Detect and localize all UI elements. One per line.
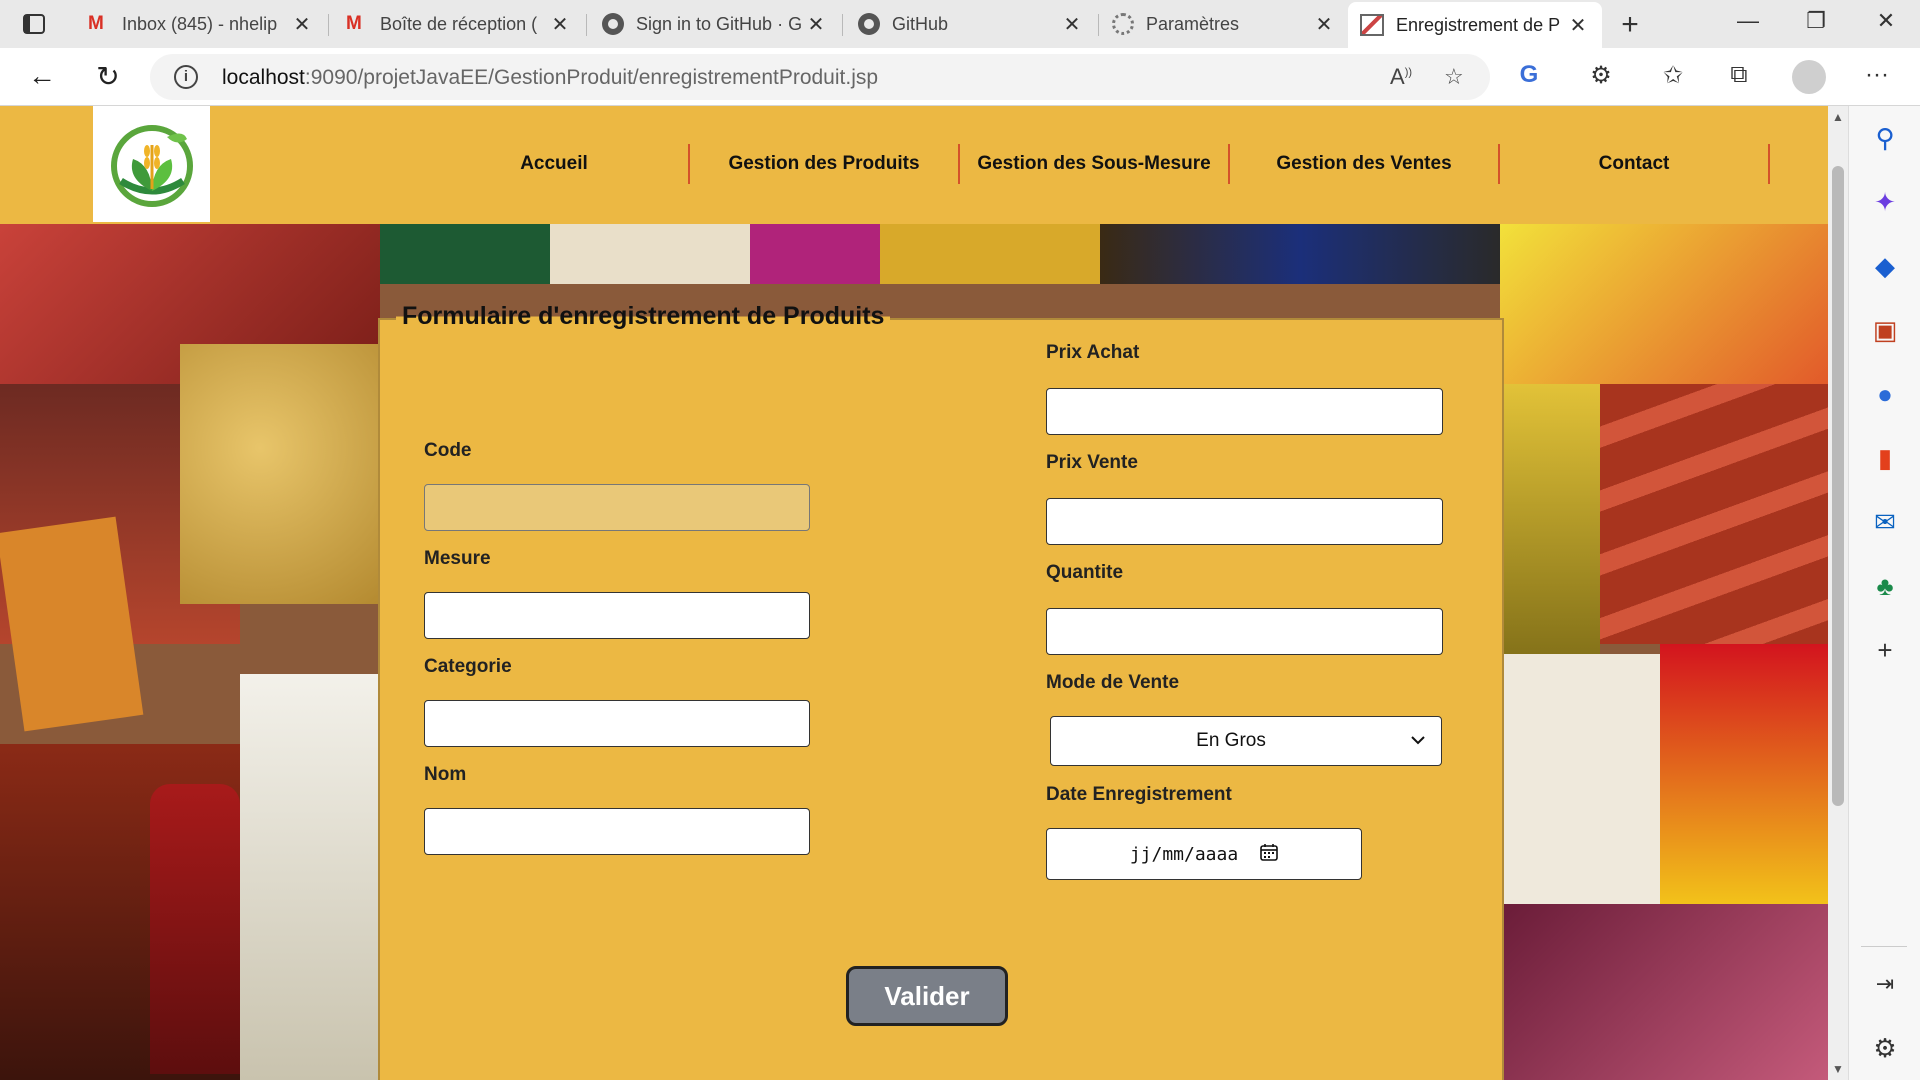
url-text[interactable]: localhost:9090/projetJavaEE/GestionProdu… <box>222 66 878 90</box>
nom-input[interactable] <box>424 808 810 855</box>
nav-gestion-produits[interactable]: Gestion des Produits <box>690 144 960 184</box>
calendar-icon[interactable] <box>1260 843 1278 866</box>
page-scrollbar[interactable]: ▲ ▼ <box>1828 106 1848 1080</box>
nav-gestion-sous-mesure[interactable]: Gestion des Sous-Mesure <box>960 144 1230 184</box>
restore-icon[interactable]: ❐ <box>1796 8 1836 34</box>
tab-title: Enregistrement de P <box>1396 14 1561 35</box>
github-icon <box>602 13 624 35</box>
more-menu-icon[interactable]: ··· <box>1860 61 1894 89</box>
nav-contact[interactable]: Contact <box>1500 144 1770 184</box>
tab-parametres[interactable]: Paramètres ✕ <box>1100 6 1348 42</box>
address-bar[interactable]: i localhost:9090/projetJavaEE/GestionPro… <box>150 54 1490 100</box>
mode-vente-select[interactable]: En Gros <box>1050 716 1442 766</box>
tab-title: Inbox (845) - nhelip <box>122 13 278 34</box>
quantite-input[interactable] <box>1046 608 1443 655</box>
translate-icon[interactable]: G <box>1512 61 1546 89</box>
office-icon[interactable]: ▮ <box>1867 440 1903 476</box>
scroll-thumb[interactable] <box>1832 166 1844 806</box>
tab-title: Sign in to GitHub · G <box>636 13 803 34</box>
new-tab-icon[interactable]: + <box>1614 8 1646 42</box>
scroll-up-icon[interactable]: ▲ <box>1830 110 1846 124</box>
shopping-tag-icon[interactable]: ◆ <box>1867 248 1903 284</box>
tab-inbox[interactable]: M Inbox (845) - nhelip ✕ <box>76 6 326 42</box>
form-legend: Formulaire d'enregistrement de Produits <box>396 302 891 331</box>
nav-accueil[interactable]: Accueil <box>420 144 690 184</box>
site-logo[interactable] <box>93 106 210 222</box>
browser-tab-bar: M Inbox (845) - nhelip ✕ M Boîte de réce… <box>0 0 1920 48</box>
date-enregistrement-input[interactable]: jj/mm/aaaa <box>1046 828 1362 880</box>
main-nav: Accueil Gestion des Produits Gestion des… <box>420 144 1770 184</box>
search-icon[interactable]: ⚲ <box>1867 120 1903 156</box>
sidebar-settings-icon[interactable]: ⚙ <box>1867 1030 1903 1066</box>
url-path: :9090/projetJavaEE/GestionProduit/enregi… <box>304 66 879 89</box>
date-placeholder: jj/mm/aaaa <box>1129 843 1239 865</box>
close-tab-icon[interactable]: ✕ <box>804 12 828 37</box>
refresh-icon[interactable]: ↻ <box>90 60 126 93</box>
tab-title: Paramètres <box>1146 13 1240 34</box>
gmail-icon: M <box>346 13 362 34</box>
tab-actions-icon[interactable] <box>20 12 48 36</box>
profile-avatar[interactable] <box>1792 60 1826 94</box>
mode-vente-label: Mode de Vente <box>1046 672 1180 693</box>
extensions-icon[interactable]: ⚙ <box>1584 61 1618 90</box>
mesure-label: Mesure <box>424 548 491 569</box>
categorie-input[interactable] <box>424 700 810 747</box>
outlook-icon[interactable]: ✉ <box>1867 504 1903 540</box>
github-icon <box>858 13 880 35</box>
mesure-input[interactable] <box>424 592 810 639</box>
close-tab-icon[interactable]: ✕ <box>1312 12 1336 37</box>
hide-sidebar-icon[interactable]: ⇥ <box>1867 966 1903 1002</box>
tree-icon[interactable]: ♣ <box>1867 568 1903 604</box>
back-icon[interactable]: ← <box>24 60 60 92</box>
quantite-label: Quantite <box>1046 562 1124 583</box>
leaf-logo-icon <box>110 125 193 207</box>
scroll-down-icon[interactable]: ▼ <box>1830 1062 1846 1076</box>
prix-vente-input[interactable] <box>1046 498 1443 545</box>
settings-icon <box>1112 13 1134 35</box>
gmail-icon: M <box>88 13 104 34</box>
read-aloud-icon[interactable]: A)) <box>1390 64 1412 90</box>
add-app-icon[interactable]: + <box>1867 632 1903 668</box>
tools-icon[interactable]: ▣ <box>1867 312 1903 348</box>
prix-achat-input[interactable] <box>1046 388 1443 435</box>
valider-button[interactable]: Valider <box>846 966 1008 1026</box>
add-favorite-icon[interactable]: ☆ <box>1444 64 1464 90</box>
close-tab-icon[interactable]: ✕ <box>548 12 572 37</box>
nom-label: Nom <box>424 764 467 785</box>
close-tab-icon[interactable]: ✕ <box>1566 13 1590 38</box>
favorites-icon[interactable]: ✩ <box>1656 61 1690 90</box>
site-header: Accueil Gestion des Produits Gestion des… <box>0 106 1828 224</box>
close-tab-icon[interactable]: ✕ <box>290 12 314 37</box>
mode-vente-selected: En Gros <box>1196 730 1266 751</box>
tab-title: GitHub <box>892 13 949 34</box>
collections-icon[interactable]: ⧉ <box>1722 61 1756 89</box>
date-enregistrement-label: Date Enregistrement <box>1046 784 1232 805</box>
tab-sign-in-github[interactable]: Sign in to GitHub · G ✕ <box>590 6 840 42</box>
tab-enregistrement-active[interactable]: Enregistrement de P ✕ <box>1348 2 1602 48</box>
address-bar-row: ← ↻ i localhost:9090/projetJavaEE/Gestio… <box>0 48 1920 106</box>
prix-vente-label: Prix Vente <box>1046 452 1138 473</box>
edge-sidebar: ⚲ ✦ ◆ ▣ ● ▮ ✉ ♣ + ⇥ ⚙ <box>1848 106 1920 1080</box>
minimize-icon[interactable]: — <box>1728 8 1768 34</box>
site-info-icon[interactable]: i <box>174 65 198 89</box>
games-icon[interactable]: ● <box>1867 376 1903 412</box>
page-icon <box>1360 14 1384 36</box>
chevron-down-icon <box>1411 732 1441 750</box>
categorie-label: Categorie <box>424 656 512 677</box>
page-viewport: Accueil Gestion des Produits Gestion des… <box>0 106 1828 1080</box>
tab-title: Boîte de réception ( <box>380 13 538 34</box>
tab-boite-reception[interactable]: M Boîte de réception ( ✕ <box>334 6 584 42</box>
nav-gestion-ventes[interactable]: Gestion des Ventes <box>1230 144 1500 184</box>
url-host: localhost <box>222 66 305 89</box>
close-tab-icon[interactable]: ✕ <box>1060 12 1084 37</box>
close-window-icon[interactable]: ✕ <box>1866 8 1906 34</box>
copilot-icon[interactable]: ✦ <box>1867 184 1903 220</box>
code-input <box>424 484 810 531</box>
prix-achat-label: Prix Achat <box>1046 342 1140 363</box>
code-label: Code <box>424 440 472 461</box>
tab-github[interactable]: GitHub ✕ <box>846 6 1096 42</box>
